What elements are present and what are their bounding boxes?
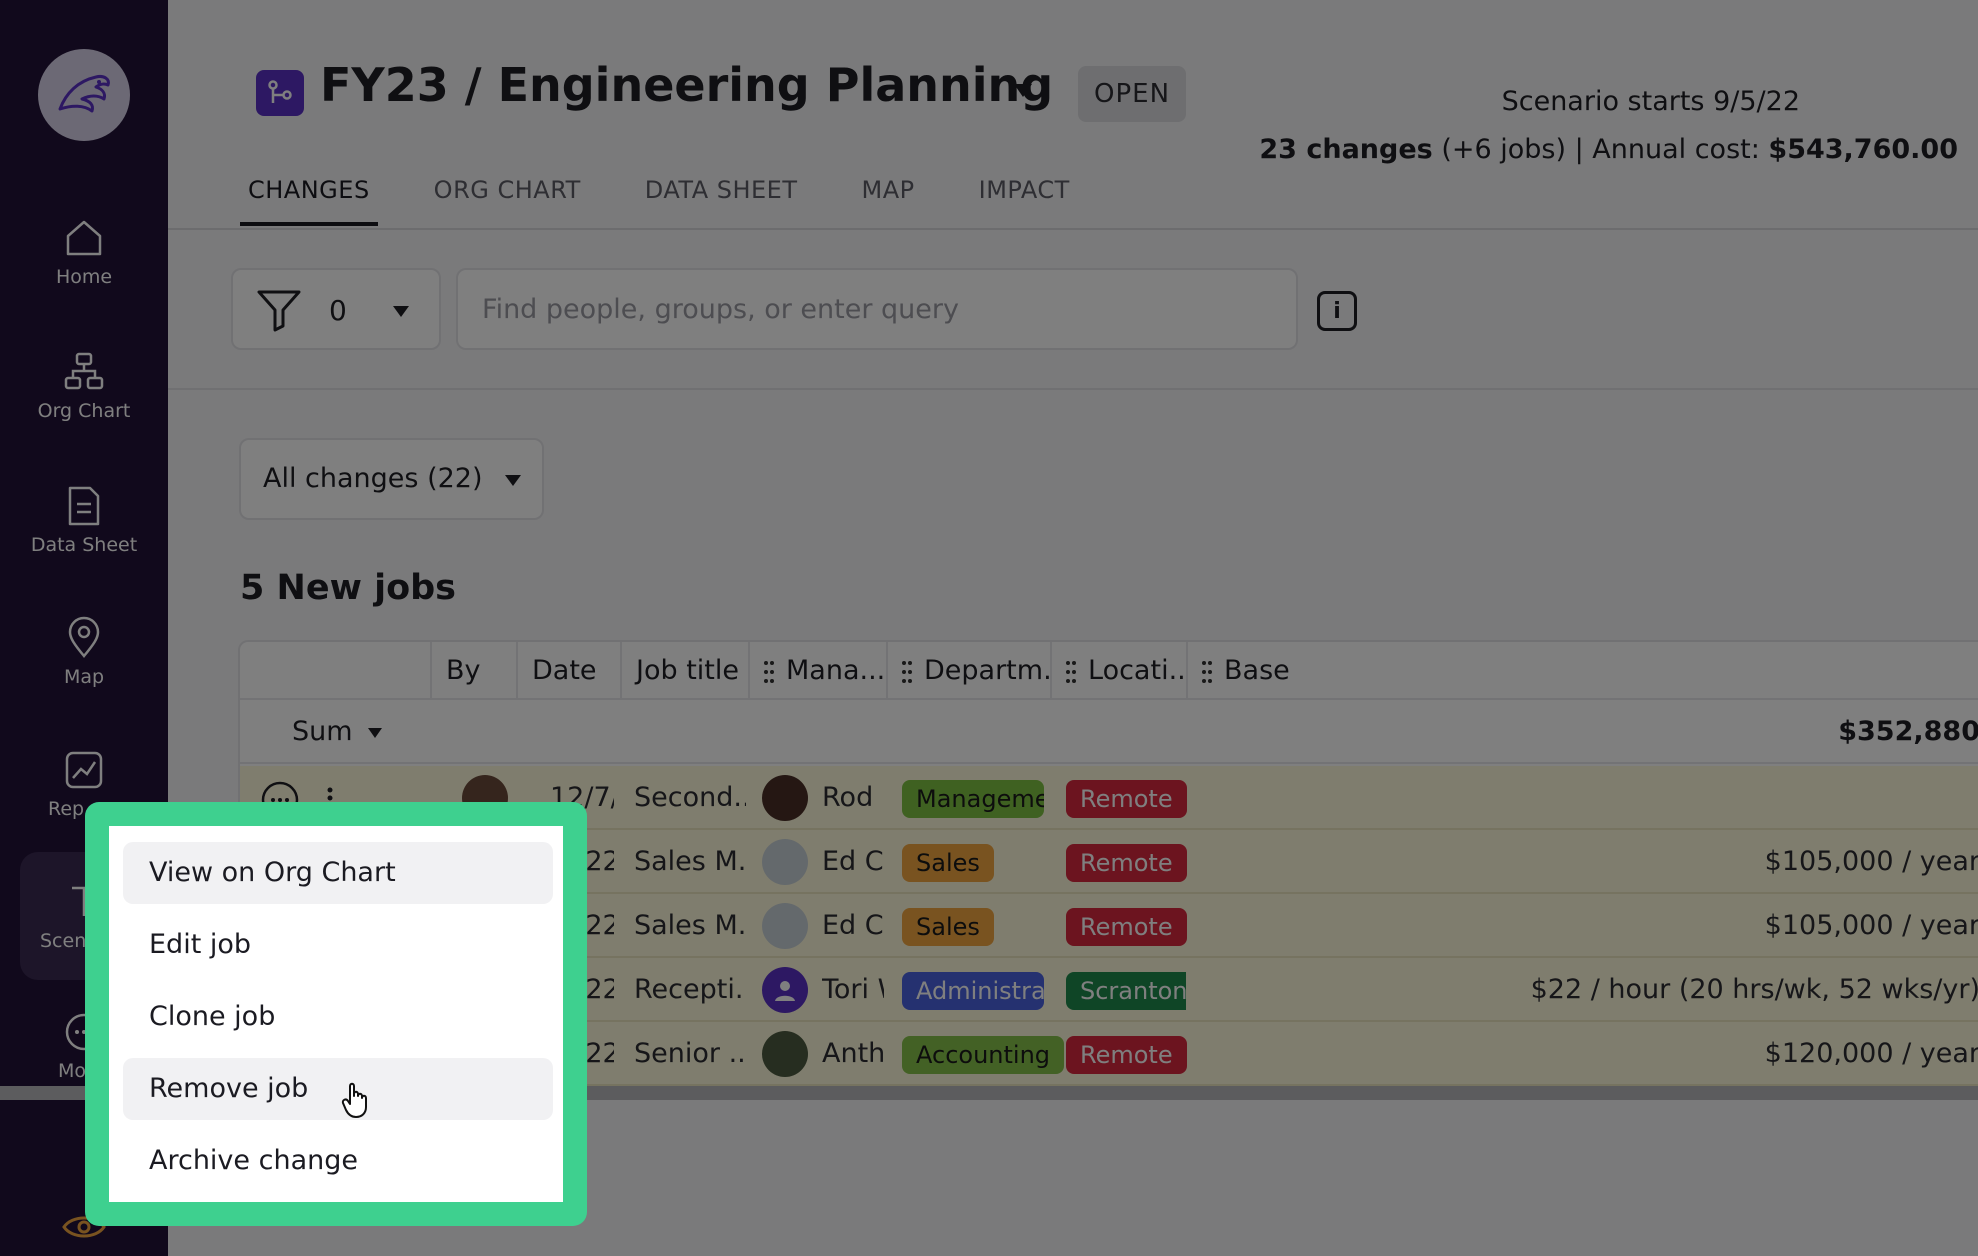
menu-item-clone-job[interactable]: Clone job: [123, 986, 553, 1048]
hand-cursor-icon: [341, 1082, 367, 1118]
menu-item-remove-job[interactable]: Remove job: [123, 1058, 553, 1120]
menu-item-edit-job[interactable]: Edit job: [123, 914, 553, 976]
context-menu: View on Org Chart Edit job Clone job Rem…: [85, 802, 587, 1226]
menu-item-view-on-org-chart[interactable]: View on Org Chart: [123, 842, 553, 904]
menu-item-archive-change[interactable]: Archive change: [123, 1130, 553, 1192]
context-menu-panel: View on Org Chart Edit job Clone job Rem…: [109, 826, 563, 1202]
